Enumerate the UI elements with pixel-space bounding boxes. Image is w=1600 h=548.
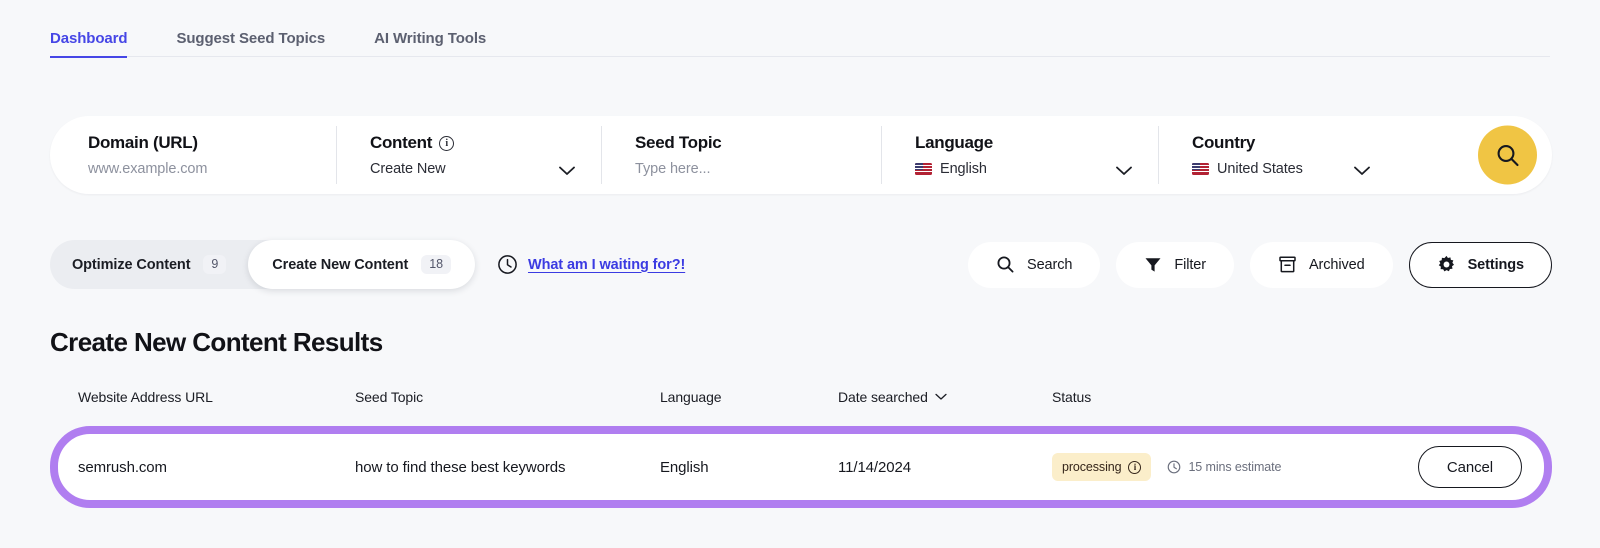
- status-badge[interactable]: processing i: [1052, 453, 1151, 481]
- column-header-url: Website Address URL: [78, 389, 355, 405]
- us-flag-icon: [915, 163, 932, 175]
- chevron-down-icon: [935, 393, 947, 401]
- field-content-label-text: Content: [370, 133, 432, 153]
- column-header-date-searched[interactable]: Date searched: [838, 389, 1052, 405]
- status-badge-label: processing: [1062, 460, 1121, 474]
- field-domain-label: Domain (URL): [88, 133, 336, 153]
- search-submit-button[interactable]: [1478, 126, 1537, 185]
- search-panel: Domain (URL) www.example.com Content i C…: [50, 116, 1552, 194]
- field-country-label: Country: [1192, 133, 1458, 153]
- waiting-help-link[interactable]: What am I waiting for?!: [497, 254, 685, 275]
- column-header-language: Language: [660, 389, 838, 405]
- seed-topic-input[interactable]: Type here...: [635, 161, 881, 177]
- field-language[interactable]: Language English: [881, 116, 1158, 194]
- clock-icon: [497, 254, 518, 275]
- archived-button[interactable]: Archived: [1250, 242, 1393, 288]
- table-header-row: Website Address URL Seed Topic Language …: [50, 382, 1552, 412]
- search-icon: [996, 255, 1015, 274]
- clock-icon: [1167, 460, 1181, 474]
- search-icon: [1495, 142, 1521, 168]
- field-language-label: Language: [915, 133, 1158, 153]
- results-table: Website Address URL Seed Topic Language …: [50, 382, 1552, 508]
- main-tab-bar: Dashboard Suggest Seed Topics AI Writing…: [0, 0, 1600, 57]
- page-title: Create New Content Results: [50, 327, 1600, 358]
- waiting-help-link-label: What am I waiting for?!: [528, 257, 685, 273]
- search-button[interactable]: Search: [968, 242, 1100, 288]
- field-domain[interactable]: Domain (URL) www.example.com: [50, 116, 336, 194]
- settings-button-label: Settings: [1468, 257, 1524, 273]
- segment-create-new-content[interactable]: Create New Content 18: [248, 240, 475, 289]
- us-flag-icon: [1192, 163, 1209, 175]
- estimate-text: 15 mins estimate: [1167, 460, 1281, 474]
- tab-suggest-seed-topics[interactable]: Suggest Seed Topics: [176, 30, 325, 57]
- content-type-segmented-control: Optimize Content 9 Create New Content 18: [50, 240, 475, 289]
- archive-icon: [1278, 255, 1297, 274]
- filter-icon: [1144, 256, 1162, 274]
- cell-status: processing i 15 mins estimate Cancel: [1052, 446, 1544, 488]
- gear-icon: [1437, 255, 1456, 274]
- tab-ai-writing-tools-label: AI Writing Tools: [374, 30, 486, 47]
- column-header-status: Status: [1052, 389, 1552, 405]
- column-header-seed: Seed Topic: [355, 389, 660, 405]
- tab-dashboard[interactable]: Dashboard: [50, 30, 127, 57]
- field-country[interactable]: Country United States: [1158, 116, 1458, 194]
- segment-optimize-content-count: 9: [203, 255, 226, 274]
- cell-seed-topic: how to find these best keywords: [355, 459, 660, 476]
- toolbar-buttons: Search Filter Archived Settings: [968, 242, 1552, 288]
- archived-button-label: Archived: [1309, 257, 1365, 273]
- language-select-text: English: [940, 161, 987, 177]
- table-row[interactable]: semrush.com how to find these best keywo…: [50, 426, 1552, 508]
- chevron-down-icon[interactable]: [1116, 166, 1132, 176]
- country-select-text: United States: [1217, 161, 1303, 177]
- field-content[interactable]: Content i Create New: [336, 116, 601, 194]
- info-circle-icon[interactable]: i: [439, 136, 454, 151]
- controls-row: Optimize Content 9 Create New Content 18…: [50, 240, 1552, 289]
- segment-optimize-content-label: Optimize Content: [72, 257, 190, 273]
- tab-ai-writing-tools[interactable]: AI Writing Tools: [374, 30, 486, 57]
- field-content-label: Content i: [370, 133, 601, 153]
- tab-dashboard-label: Dashboard: [50, 30, 127, 47]
- cell-language: English: [660, 459, 838, 476]
- segment-create-new-content-count: 18: [421, 255, 451, 274]
- settings-button[interactable]: Settings: [1409, 242, 1552, 288]
- field-seed-topic[interactable]: Seed Topic Type here...: [601, 116, 881, 194]
- filter-button-label: Filter: [1174, 257, 1206, 273]
- filter-button[interactable]: Filter: [1116, 242, 1234, 288]
- cell-date: 11/14/2024: [838, 459, 1052, 476]
- column-header-date-searched-label: Date searched: [838, 389, 928, 405]
- chevron-down-icon[interactable]: [559, 166, 575, 176]
- estimate-label: 15 mins estimate: [1188, 460, 1281, 474]
- field-seed-topic-label: Seed Topic: [635, 133, 881, 153]
- cell-url: semrush.com: [78, 459, 355, 476]
- tab-suggest-seed-topics-label: Suggest Seed Topics: [176, 30, 325, 47]
- info-circle-icon[interactable]: i: [1128, 461, 1141, 474]
- search-button-label: Search: [1027, 257, 1072, 273]
- country-select-value[interactable]: United States: [1192, 161, 1458, 177]
- segment-optimize-content[interactable]: Optimize Content 9: [50, 240, 248, 289]
- segment-create-new-content-label: Create New Content: [272, 257, 408, 273]
- domain-input[interactable]: www.example.com: [88, 161, 336, 177]
- cancel-button[interactable]: Cancel: [1418, 446, 1522, 488]
- chevron-down-icon[interactable]: [1354, 166, 1370, 176]
